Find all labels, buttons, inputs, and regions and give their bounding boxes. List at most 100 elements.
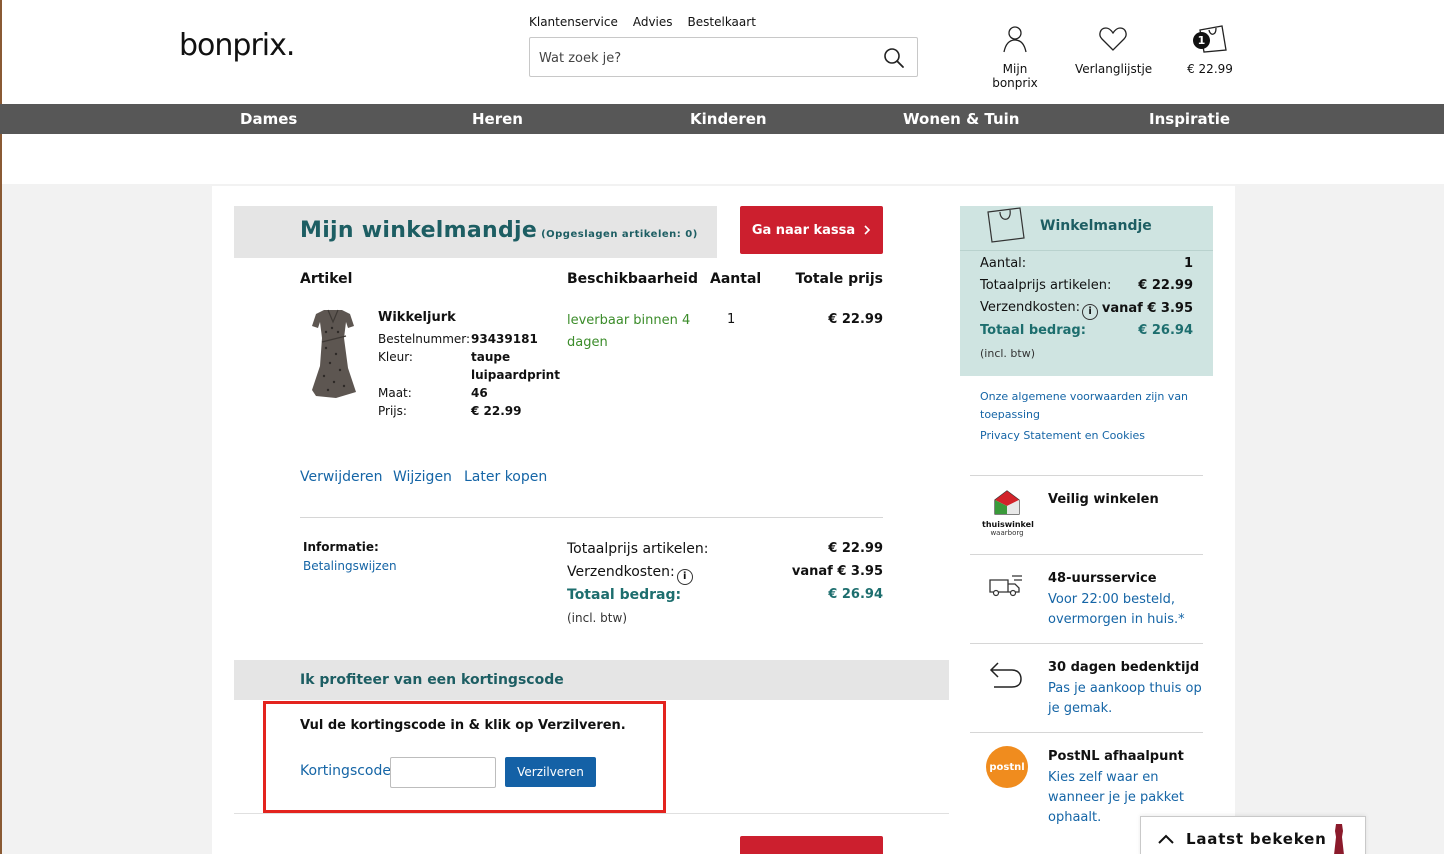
item-quantity[interactable]: 1 [727,312,735,327]
price-label: Prijs: [378,404,407,418]
account-link[interactable]: Mijn bonprix [980,24,1050,90]
order-number-value: 93439181 [471,332,538,346]
chevron-right-icon [864,225,871,235]
wishlist-link[interactable]: Verlanglijstje [1075,24,1152,76]
column-header-totale-prijs: Totale prijs [795,271,883,287]
nav-item-kinderen[interactable]: Kinderen [690,110,767,128]
top-links: Klantenservice Advies Bestelkaart [529,15,756,29]
item-total-price: € 22.99 [828,312,883,327]
thuiswinkel-house-icon [994,490,1020,515]
cart-link[interactable]: 1 € 22.99 [1180,24,1240,76]
main-nav: Dames Heren Kinderen Wonen & Tuin Inspir… [0,104,1444,134]
postnl-logo-icon: postnl [986,746,1028,788]
color-value-line1: taupe [471,350,511,364]
sidebar-shipping-value: vanaf € 3.95 [1101,301,1193,316]
info-label: Informatie: [303,540,379,554]
sidebar-quantity-label: Aantal: [980,256,1027,271]
nav-item-wonen-tuin[interactable]: Wonen & Tuin [903,110,1019,128]
recent-product-thumbnail[interactable] [1331,823,1347,854]
divider [970,732,1203,733]
search-icon[interactable] [883,47,905,69]
usp-title-safe-shopping: Veilig winkelen [1048,492,1159,507]
user-icon [1003,26,1027,53]
account-label: Mijn bonprix [992,62,1038,90]
nav-item-heren[interactable]: Heren [472,110,523,128]
shipping-label: Verzendkosten: [567,564,675,580]
top-link-bestelkaart[interactable]: Bestelkaart [688,15,756,29]
usp-title-postnl: PostNL afhaalpunt [1048,749,1184,764]
usp-text-return[interactable]: Pas je aankoop thuis op je gemak. [1048,679,1203,719]
price-value: € 22.99 [471,404,522,418]
cart-title-text: Mijn winkelmandje [300,218,538,243]
vat-note: (incl. btw) [567,611,627,625]
usp-title-48h: 48-uursservice [1048,571,1157,586]
checkout-button-label: Ga naar kassa [751,222,856,238]
nav-item-dames[interactable]: Dames [240,110,297,128]
color-value-line2: luipaardprint [471,368,560,382]
sidebar-items-total-value: € 22.99 [1138,278,1193,293]
shipping-row: Verzendkosten: i [567,564,693,585]
top-link-advies[interactable]: Advies [633,15,673,29]
items-total-value: € 22.99 [828,541,883,556]
recently-viewed-label: Laatst bekeken [1186,830,1327,848]
chevron-up-icon [1158,834,1174,844]
checkout-button[interactable]: Ga naar kassa [740,206,883,254]
thuiswinkel-logo-text: thuiswinkel [982,520,1034,529]
discount-header: Ik profiteer van een kortingscode [234,660,949,700]
recently-viewed-tab[interactable]: Laatst bekeken [1140,816,1366,854]
divider [970,554,1203,555]
sidebar-quantity-value: 1 [1183,256,1193,271]
redeem-button[interactable]: Verzilveren [505,757,596,787]
discount-instruction: Vul de kortingscode in & klik op Verzilv… [300,718,626,733]
shopping-bag-icon [987,207,1025,243]
size-label: Maat: [378,386,412,400]
usp-text-48h[interactable]: Voor 22:00 besteld, overmorgen in huis.* [1048,590,1203,630]
return-arrow-icon [989,662,1022,688]
grand-total-label: Totaal bedrag: [567,587,682,603]
remove-item-link[interactable]: Verwijderen [300,469,383,485]
search-box [529,37,918,77]
privacy-link[interactable]: Privacy Statement en Cookies [980,427,1200,445]
saved-items-note[interactable]: (Opgeslagen artikelen: 0) [541,229,698,240]
search-input[interactable] [539,48,869,68]
cart-title-box: Mijn winkelmandje (Opgeslagen artikelen: … [234,206,717,258]
column-header-artikel: Artikel [300,271,353,287]
terms-link[interactable]: Onze algemene voorwaarden zijn van toepa… [980,388,1200,424]
sidebar-title: Winkelmandje [1040,218,1152,234]
product-name[interactable]: Wikkeljurk [378,310,456,325]
divider [970,475,1203,476]
heart-icon [1099,27,1127,51]
info-icon[interactable]: i [1082,304,1099,320]
sidebar-shipping-label: Verzendkosten: [980,300,1081,315]
page-title: Mijn winkelmandje (Opgeslagen artikelen: … [300,218,698,243]
thuiswinkel-logo-subtext: waarborg [990,529,1024,537]
cart-count-badge: 1 [1193,32,1210,49]
bonprix-logo[interactable]: bonprix. [179,28,295,63]
items-total-label: Totaalprijs artikelen: [567,541,709,557]
thuiswinkel-logo-icon: thuiswinkel waarborg [982,488,1034,537]
info-icon[interactable]: i [676,569,693,585]
sidebar-shipping-row: Verzendkosten: i [980,300,1099,320]
divider [960,250,1213,251]
color-label: Kleur: [378,350,413,364]
checkout-button-bottom[interactable] [740,836,883,854]
buy-later-link[interactable]: Later kopen [464,469,547,485]
shipping-value: vanaf € 3.95 [791,564,883,579]
usp-title-return: 30 dagen bedenktijd [1048,660,1200,675]
discount-code-input[interactable] [390,757,496,788]
availability-status: leverbaar binnen 4 dagen [567,313,691,350]
divider [234,813,949,814]
product-image[interactable] [306,308,360,400]
cart-total-label: € 22.99 [1187,62,1233,76]
size-value: 46 [471,386,488,400]
grand-total-value: € 26.94 [828,587,883,602]
edit-item-link[interactable]: Wijzigen [393,469,452,485]
sidebar-vat-note: (incl. btw) [980,347,1035,360]
divider [300,517,883,518]
discount-code-label: Kortingscode: [300,763,396,779]
payment-methods-link[interactable]: Betalingswijzen [303,559,397,573]
divider [970,643,1203,644]
top-link-klantenservice[interactable]: Klantenservice [529,15,618,29]
nav-item-inspiratie[interactable]: Inspiratie [1149,110,1230,128]
postnl-logo-text: postnl [989,761,1025,773]
